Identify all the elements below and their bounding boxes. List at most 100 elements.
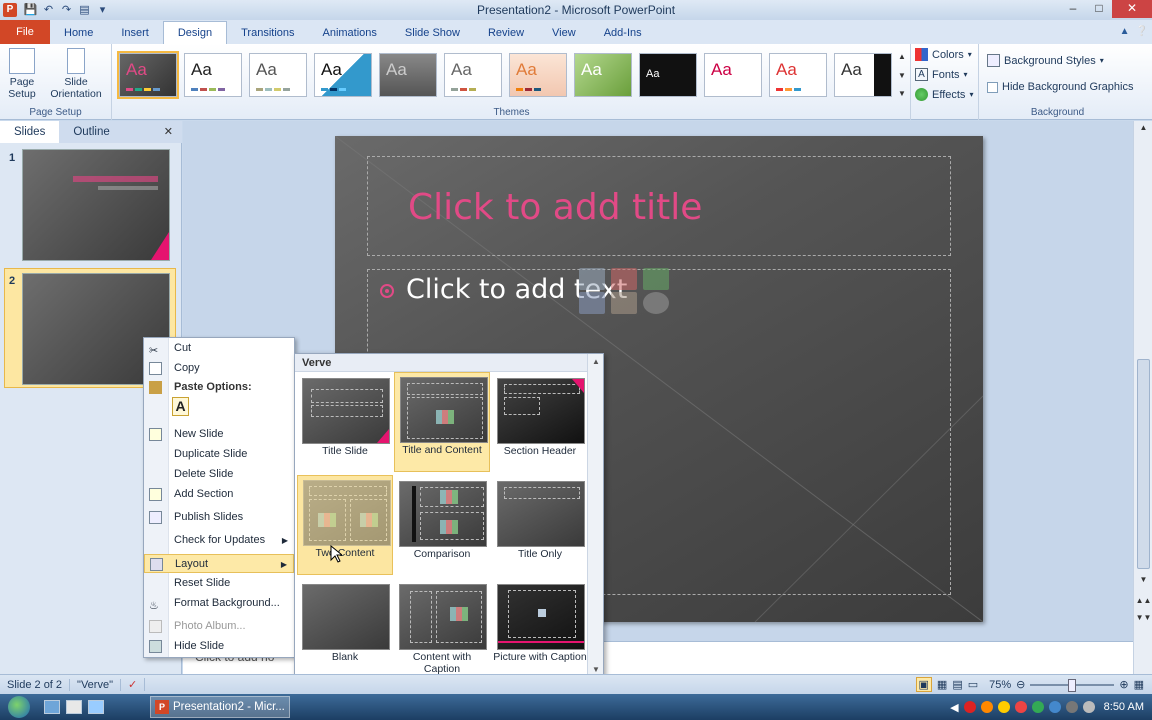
insert-picture-icon[interactable] xyxy=(579,292,605,314)
layout-comparison[interactable]: Comparison xyxy=(394,477,490,577)
layout-content-with-caption[interactable]: Content with Caption xyxy=(394,580,490,680)
menu-add-section[interactable]: Add Section xyxy=(144,485,294,504)
gallery-down-icon[interactable]: ▼ xyxy=(896,71,908,80)
tray-icon-3[interactable] xyxy=(997,701,1010,713)
slide-thumbnail-1[interactable] xyxy=(22,149,170,261)
theme-verve[interactable]: Aa xyxy=(117,51,179,99)
layout-blank[interactable]: Blank xyxy=(297,580,393,680)
slide-orientation-button[interactable]: Slide Orientation xyxy=(44,48,108,100)
zoom-out-icon[interactable]: ⊖ xyxy=(1016,678,1025,691)
paste-keep-formatting-button[interactable]: A xyxy=(172,397,189,416)
menu-cut[interactable]: ✂ Cut xyxy=(144,339,294,358)
tray-icon-6[interactable] xyxy=(1048,701,1061,713)
clock[interactable]: 8:50 AM xyxy=(1104,701,1144,713)
page-setup-button[interactable]: Page Setup xyxy=(4,48,40,100)
close-button[interactable]: ✕ xyxy=(1112,0,1152,18)
help-icon[interactable]: ❔ xyxy=(1136,26,1148,37)
tab-transitions[interactable]: Transitions xyxy=(227,22,308,44)
hide-background-graphics-checkbox[interactable]: Hide Background Graphics xyxy=(987,81,1133,93)
redo-icon[interactable]: ↷ xyxy=(59,3,74,17)
powerpoint-app-icon[interactable]: P xyxy=(3,3,17,17)
menu-layout[interactable]: Layout ▶ xyxy=(144,554,294,573)
menu-format-background[interactable]: ♨ Format Background... xyxy=(144,594,294,613)
layout-section-header[interactable]: Section Header xyxy=(492,374,588,474)
volume-icon[interactable] xyxy=(1082,701,1095,713)
menu-duplicate-slide[interactable]: Duplicate Slide xyxy=(144,445,294,464)
insert-media-icon[interactable] xyxy=(643,292,669,314)
layout-picture-with-caption[interactable]: Picture with Caption xyxy=(492,580,588,680)
tab-file[interactable]: File xyxy=(0,20,50,44)
tray-expand-icon[interactable]: ◀ xyxy=(950,701,958,714)
theme-civic[interactable]: Aa xyxy=(704,53,762,97)
theme-black-tie[interactable]: Aa xyxy=(639,53,697,97)
gallery-scroll-up-icon[interactable]: ▲ xyxy=(588,357,604,366)
theme-apothecary[interactable]: Aa xyxy=(444,53,502,97)
theme-angles[interactable]: Aa xyxy=(314,53,372,97)
vertical-scrollbar[interactable]: ▲ ▼ ▲▲ ▼▼ xyxy=(1133,121,1152,674)
maximize-button[interactable]: □ xyxy=(1086,0,1112,18)
theme-clarity[interactable]: Aa xyxy=(769,53,827,97)
spell-check-icon[interactable]: ✓ xyxy=(121,678,146,691)
tab-review[interactable]: Review xyxy=(474,22,538,44)
gallery-more-icon[interactable]: ▼ xyxy=(896,89,908,98)
tab-design[interactable]: Design xyxy=(162,21,228,44)
zoom-level[interactable]: 75% xyxy=(989,679,1011,691)
media-player-icon[interactable] xyxy=(88,700,104,714)
insert-smartart-icon[interactable] xyxy=(643,268,669,290)
gallery-scroll-down-icon[interactable]: ▼ xyxy=(588,665,604,674)
insert-chart-icon[interactable] xyxy=(611,268,637,290)
fit-to-window-icon[interactable]: ▦ xyxy=(1134,678,1144,691)
tab-view[interactable]: View xyxy=(538,22,590,44)
tab-slide-show[interactable]: Slide Show xyxy=(391,22,474,44)
layout-title-slide[interactable]: Title Slide xyxy=(297,374,393,474)
minimize-button[interactable]: – xyxy=(1060,0,1086,18)
tab-animations[interactable]: Animations xyxy=(309,22,391,44)
theme-composite[interactable]: Aa xyxy=(834,53,892,97)
title-placeholder[interactable]: Click to add title xyxy=(367,156,951,256)
undo-icon[interactable]: ↶ xyxy=(41,3,56,17)
theme-adjacency[interactable]: Aa xyxy=(249,53,307,97)
theme-office[interactable]: Aa xyxy=(184,53,242,97)
menu-copy[interactable]: Copy xyxy=(144,359,294,378)
zoom-in-icon[interactable]: ⊕ xyxy=(1119,678,1128,691)
tray-icon-4[interactable] xyxy=(1014,701,1027,713)
menu-check-for-updates[interactable]: Check for Updates ▶ xyxy=(144,531,294,550)
scroll-thumb[interactable] xyxy=(1137,359,1150,569)
layout-title-only[interactable]: Title Only xyxy=(492,477,588,577)
explorer-icon[interactable] xyxy=(66,700,82,714)
network-icon[interactable] xyxy=(1065,701,1078,713)
customize-qat-icon[interactable]: ▾ xyxy=(95,3,110,17)
start-button[interactable] xyxy=(0,694,38,720)
tray-icon-5[interactable] xyxy=(1031,701,1044,713)
quick-print-icon[interactable]: ▤ xyxy=(77,3,92,17)
layout-two-content[interactable]: Two Content xyxy=(297,475,393,575)
tab-insert[interactable]: Insert xyxy=(107,22,163,44)
menu-delete-slide[interactable]: Delete Slide xyxy=(144,465,294,484)
tab-outline[interactable]: Outline xyxy=(59,121,123,143)
gallery-up-icon[interactable]: ▲ xyxy=(896,52,908,61)
theme-aspect[interactable]: Aa xyxy=(509,53,567,97)
tab-add-ins[interactable]: Add-Ins xyxy=(590,22,656,44)
layout-title-and-content[interactable]: Title and Content xyxy=(394,372,490,472)
minimize-ribbon-icon[interactable]: ▲ xyxy=(1120,26,1130,37)
scroll-up-icon[interactable]: ▲ xyxy=(1134,123,1152,132)
taskbar-powerpoint-button[interactable]: P Presentation2 - Micr... xyxy=(150,696,290,718)
menu-reset-slide[interactable]: Reset Slide xyxy=(144,574,294,593)
menu-publish-slides[interactable]: Publish Slides xyxy=(144,508,294,527)
background-styles-button[interactable]: Background Styles ▾ xyxy=(987,54,1104,67)
colors-button[interactable]: Colors ▾ xyxy=(915,48,972,61)
insert-table-icon[interactable] xyxy=(579,268,605,290)
scroll-down-icon[interactable]: ▼ xyxy=(1134,575,1152,584)
previous-slide-icon[interactable]: ▲▲ xyxy=(1134,596,1152,605)
tab-home[interactable]: Home xyxy=(50,22,107,44)
save-icon[interactable]: 💾 xyxy=(23,3,38,17)
slide-show-icon[interactable]: ▭ xyxy=(968,678,978,691)
tray-icon-1[interactable] xyxy=(963,701,976,713)
theme-apex[interactable]: Aa xyxy=(379,53,437,97)
next-slide-icon[interactable]: ▼▼ xyxy=(1134,613,1152,622)
menu-new-slide[interactable]: New Slide xyxy=(144,425,294,444)
tray-icon-2[interactable] xyxy=(980,701,993,713)
close-panel-icon[interactable]: ✕ xyxy=(164,125,173,138)
theme-austin[interactable]: Aa xyxy=(574,53,632,97)
gallery-scrollbar[interactable]: ▲ ▼ xyxy=(587,354,603,687)
